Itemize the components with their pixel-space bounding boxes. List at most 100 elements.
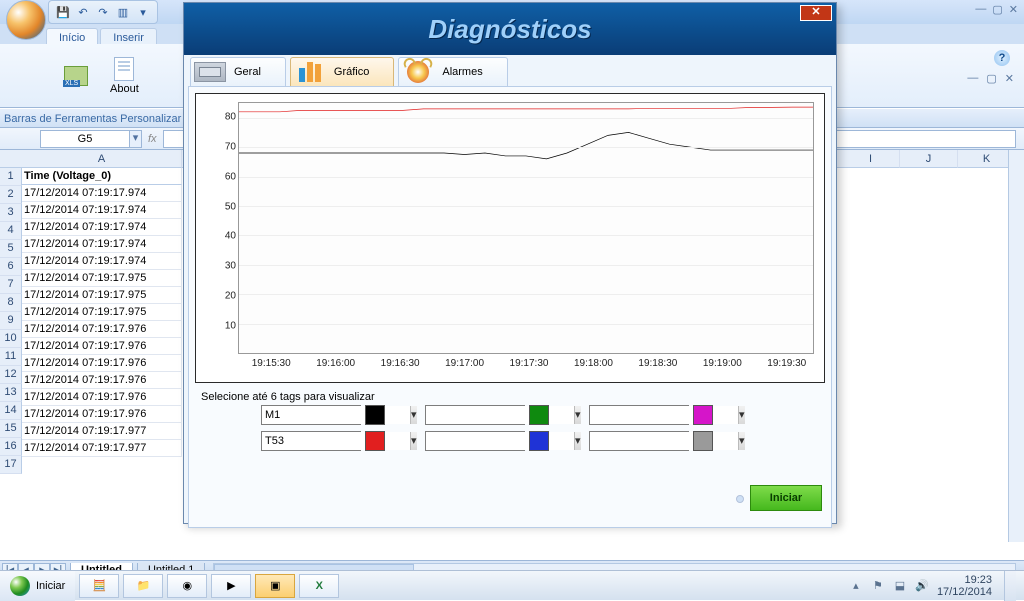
data-cell[interactable]: 17/12/2014 07:19:17.974 [22, 253, 182, 270]
row-header[interactable]: 9 [0, 312, 22, 330]
data-cell[interactable]: 17/12/2014 07:19:17.977 [22, 423, 182, 440]
tag1-color-swatch[interactable] [365, 405, 385, 425]
tray-clock[interactable]: 19:23 17/12/2014 [937, 574, 996, 598]
row-header[interactable]: 4 [0, 222, 22, 240]
ribbon-about-button[interactable]: About [102, 53, 147, 99]
dropdown-icon[interactable]: ▾ [738, 432, 745, 450]
tag2-color-swatch[interactable] [365, 431, 385, 451]
row-header[interactable]: 7 [0, 276, 22, 294]
tab-alarmes[interactable]: Alarmes [398, 57, 507, 86]
dropdown-icon[interactable]: ▾ [738, 406, 745, 424]
dropdown-icon[interactable]: ▾ [574, 406, 581, 424]
row-header[interactable]: 14 [0, 402, 22, 420]
row-header[interactable]: 1 [0, 168, 22, 186]
row-header[interactable]: 16 [0, 438, 22, 456]
tray-flag-icon[interactable]: ⚑ [871, 579, 885, 592]
tag1-combo[interactable]: ▾ [261, 405, 361, 425]
tag6-combo[interactable]: ▾ [589, 431, 689, 451]
data-cell[interactable]: 17/12/2014 07:19:17.976 [22, 338, 182, 355]
data-cell[interactable]: 17/12/2014 07:19:17.976 [22, 372, 182, 389]
tag4-color-swatch[interactable] [529, 431, 549, 451]
ribbon-tab-home[interactable]: Início [46, 28, 98, 44]
row-header[interactable]: 2 [0, 186, 22, 204]
row-header[interactable]: 8 [0, 294, 22, 312]
dropdown-icon[interactable]: ▾ [410, 432, 417, 450]
tab-geral[interactable]: Geral [190, 57, 286, 86]
iniciar-button[interactable]: Iniciar [750, 485, 822, 511]
wb-minimize-button[interactable]: — [967, 72, 978, 85]
data-cell[interactable]: 17/12/2014 07:19:17.976 [22, 406, 182, 423]
data-cell[interactable]: 17/12/2014 07:19:17.977 [22, 440, 182, 457]
col-header-J[interactable]: J [900, 150, 958, 168]
col-header-A[interactable]: A [22, 150, 182, 168]
qat-dropdown-icon[interactable]: ▾ [135, 4, 151, 20]
data-cell[interactable]: 17/12/2014 07:19:17.975 [22, 287, 182, 304]
col-header-I[interactable]: I [842, 150, 900, 168]
qat-save-icon[interactable]: 💾 [55, 4, 71, 20]
name-box-dropdown[interactable]: ▾ [130, 130, 142, 148]
tag2-combo[interactable]: ▾ [261, 431, 361, 451]
row-header[interactable]: 13 [0, 384, 22, 402]
data-cell[interactable]: 17/12/2014 07:19:17.976 [22, 389, 182, 406]
tag4-combo[interactable]: ▾ [425, 431, 525, 451]
data-cell[interactable]: 17/12/2014 07:19:17.974 [22, 236, 182, 253]
tag3-color-swatch[interactable] [529, 405, 549, 425]
help-button[interactable]: ? [994, 50, 1010, 66]
tag2-input[interactable] [262, 432, 410, 450]
office-button[interactable] [6, 0, 46, 40]
data-cell[interactable]: 17/12/2014 07:19:17.976 [22, 321, 182, 338]
row-header[interactable]: 12 [0, 366, 22, 384]
tag6-color-swatch[interactable] [693, 431, 713, 451]
data-cell[interactable]: 17/12/2014 07:19:17.974 [22, 219, 182, 236]
row-header[interactable]: 5 [0, 240, 22, 258]
row-header[interactable]: 17 [0, 456, 22, 474]
maximize-button[interactable]: ▢ [992, 3, 1002, 16]
tag4-input[interactable] [426, 432, 574, 450]
data-cell[interactable]: 17/12/2014 07:19:17.976 [22, 355, 182, 372]
tray-expand-icon[interactable]: ▴ [849, 579, 863, 592]
data-cell[interactable]: 17/12/2014 07:19:17.975 [22, 304, 182, 321]
minimize-button[interactable]: — [975, 3, 986, 16]
row-header[interactable]: 11 [0, 348, 22, 366]
taskbar-excel-button[interactable]: X [299, 574, 339, 598]
vertical-scrollbar[interactable] [1008, 150, 1024, 542]
tag1-input[interactable] [262, 406, 410, 424]
row-header[interactable]: 6 [0, 258, 22, 276]
tab-grafico[interactable]: Gráfico [290, 57, 394, 86]
dropdown-icon[interactable]: ▾ [410, 406, 417, 424]
tag3-input[interactable] [426, 406, 574, 424]
taskbar-labview-button[interactable]: ▶ [211, 574, 251, 598]
dropdown-icon[interactable]: ▾ [574, 432, 581, 450]
tag5-color-swatch[interactable] [693, 405, 713, 425]
row-header[interactable]: 3 [0, 204, 22, 222]
tray-dropbox-icon[interactable]: ⬓ [893, 579, 907, 592]
tag5-combo[interactable]: ▾ [589, 405, 689, 425]
ribbon-export-xls-button[interactable] [56, 62, 96, 90]
row-header[interactable]: 15 [0, 420, 22, 438]
data-cell[interactable]: 17/12/2014 07:19:17.975 [22, 270, 182, 287]
tag5-input[interactable] [590, 406, 738, 424]
qat-undo-icon[interactable]: ↶ [75, 4, 91, 20]
taskbar-chrome-button[interactable]: ◉ [167, 574, 207, 598]
wb-close-button[interactable]: ✕ [1005, 72, 1014, 85]
header-cell[interactable]: Time (Voltage_0) [22, 168, 182, 185]
start-button[interactable]: Iniciar [0, 571, 75, 601]
qat-print-icon[interactable]: ▥ [115, 4, 131, 20]
tray-volume-icon[interactable]: 🔊 [915, 579, 929, 592]
row-header[interactable]: 10 [0, 330, 22, 348]
taskbar-diagnostics-button[interactable]: ▣ [255, 574, 295, 598]
wb-restore-button[interactable]: ▢ [986, 72, 996, 85]
show-desktop-button[interactable] [1004, 571, 1016, 601]
data-cell[interactable]: 17/12/2014 07:19:17.974 [22, 202, 182, 219]
name-box[interactable]: G5 [40, 130, 130, 148]
close-button[interactable]: ✕ [1009, 3, 1018, 16]
qat-redo-icon[interactable]: ↷ [95, 4, 111, 20]
fx-icon[interactable]: fx [148, 133, 157, 145]
ribbon-tab-insert[interactable]: Inserir [100, 28, 157, 44]
tag3-combo[interactable]: ▾ [425, 405, 525, 425]
taskbar-calculator-button[interactable]: 🧮 [79, 574, 119, 598]
tag6-input[interactable] [590, 432, 738, 450]
dialog-close-button[interactable]: ✕ [800, 5, 832, 21]
dialog-titlebar[interactable]: Diagnósticos ✕ [184, 3, 836, 55]
taskbar-explorer-button[interactable]: 📁 [123, 574, 163, 598]
